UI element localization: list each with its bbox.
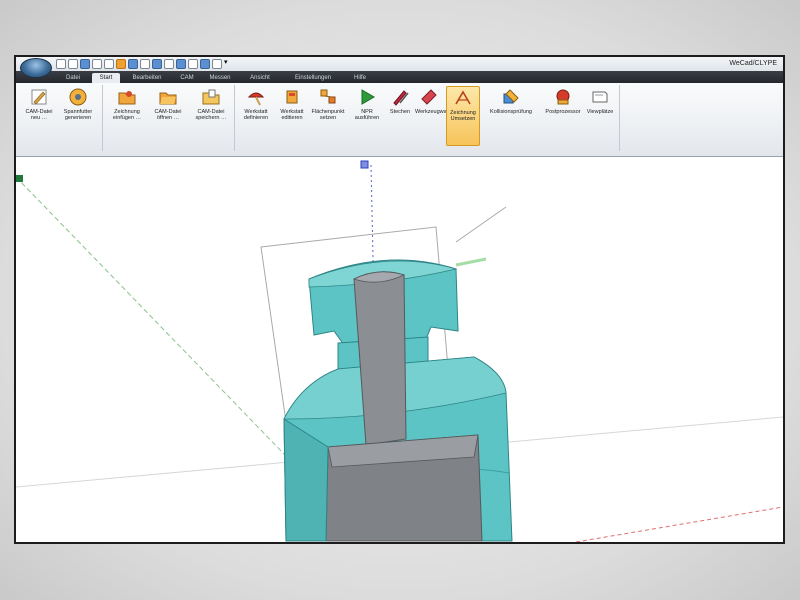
open-cam-file-button[interactable]: CAM-Datei öffnen … [148, 86, 188, 146]
edit-workpiece-button[interactable]: Werkstatt editieren [274, 86, 310, 146]
edit-icon [286, 90, 298, 104]
tab-bearbeiten[interactable]: Bearbeiten [122, 73, 172, 83]
collision-icon [503, 89, 519, 104]
tab-cam[interactable]: CAM [174, 73, 200, 83]
generate-chuck-button[interactable]: Spannfutter generieren [58, 86, 98, 146]
set-surface-point-button[interactable]: Flächenpunkt setzen [310, 86, 346, 146]
app-menu-button[interactable] [20, 58, 52, 78]
section-plane-edge [455, 206, 507, 243]
workpiece-model[interactable] [283, 259, 513, 542]
view-icon [592, 91, 608, 103]
axis-origin-marker [16, 175, 23, 182]
folder-icon [118, 91, 136, 105]
z-axis-handle[interactable] [360, 160, 369, 169]
x-axis-line [575, 506, 783, 542]
dropdown-arrow-icon[interactable]: ▾ [224, 59, 232, 67]
run-npr-button[interactable]: NPR ausführen [350, 86, 384, 146]
play-icon [361, 89, 375, 105]
quick-tool-icon[interactable] [200, 59, 210, 69]
quick-tool-icon[interactable] [152, 59, 162, 69]
y-axis-line [16, 176, 317, 488]
new-file-icon[interactable] [56, 59, 66, 69]
tab-datei[interactable]: Datei [56, 73, 90, 83]
tab-einstellungen[interactable]: Einstellungen [282, 73, 344, 83]
ribbon: CAM-Datei neu … Spannfutter generieren Z… [16, 83, 783, 157]
pen-icon [31, 89, 47, 105]
brush-icon [247, 92, 265, 106]
3d-viewport[interactable] [16, 157, 783, 544]
app-title: WeCad/CLYPE [729, 60, 777, 67]
quick-tool-icon[interactable] [116, 59, 126, 69]
title-bar: ▾ WeCad/CLYPE [16, 57, 783, 72]
app-window: ▾ WeCad/CLYPE Datei Start Bearbeiten CAM… [14, 55, 785, 544]
chuck-icon [69, 88, 87, 106]
redo-icon[interactable] [104, 59, 114, 69]
section-marker [455, 257, 487, 267]
menu-bar: Datei Start Bearbeiten CAM Messen Ansich… [16, 71, 783, 83]
collision-check-button[interactable]: Kollisionsprüfung [482, 86, 540, 146]
tool-icon [421, 89, 437, 105]
quick-access-toolbar: ▾ [56, 59, 232, 69]
define-workpiece-button[interactable]: Werkstatt definieren [238, 86, 274, 146]
save-cam-file-button[interactable]: CAM-Datei speichern … [190, 86, 232, 146]
grooving-button[interactable]: Stechen [386, 86, 414, 146]
drawing-icon [455, 90, 471, 105]
tab-hilfe[interactable]: Hilfe [346, 73, 374, 83]
quick-tool-icon[interactable] [164, 59, 174, 69]
postprocessor-button[interactable]: Postprozessor [544, 86, 582, 146]
new-cam-file-button[interactable]: CAM-Datei neu … [22, 86, 56, 146]
save-icon[interactable] [80, 59, 90, 69]
quick-tool-icon[interactable] [140, 59, 150, 69]
viewports-button[interactable]: Viewplätze [582, 86, 618, 146]
points-icon [320, 89, 336, 104]
undo-icon[interactable] [92, 59, 102, 69]
tab-messen[interactable]: Messen [202, 73, 238, 83]
post-icon [556, 89, 570, 105]
open-file-icon[interactable] [68, 59, 78, 69]
folder-icon [159, 92, 177, 105]
viewport-canvas[interactable] [16, 157, 783, 544]
tab-start[interactable]: Start [92, 73, 120, 83]
tool-selection-button[interactable]: Werkzeugwahl [414, 86, 451, 146]
insert-drawing-button[interactable]: Zeichnung einfügen … [108, 86, 146, 146]
convert-drawing-button[interactable]: Zeichnung Umsetzen [446, 86, 480, 146]
quick-tool-icon[interactable] [188, 59, 198, 69]
quick-tool-icon[interactable] [128, 59, 138, 69]
quick-tool-icon[interactable] [212, 59, 222, 69]
tool-icon [393, 90, 409, 106]
tab-ansicht[interactable]: Ansicht [240, 73, 280, 83]
folder-icon [202, 89, 220, 105]
quick-tool-icon[interactable] [176, 59, 186, 69]
